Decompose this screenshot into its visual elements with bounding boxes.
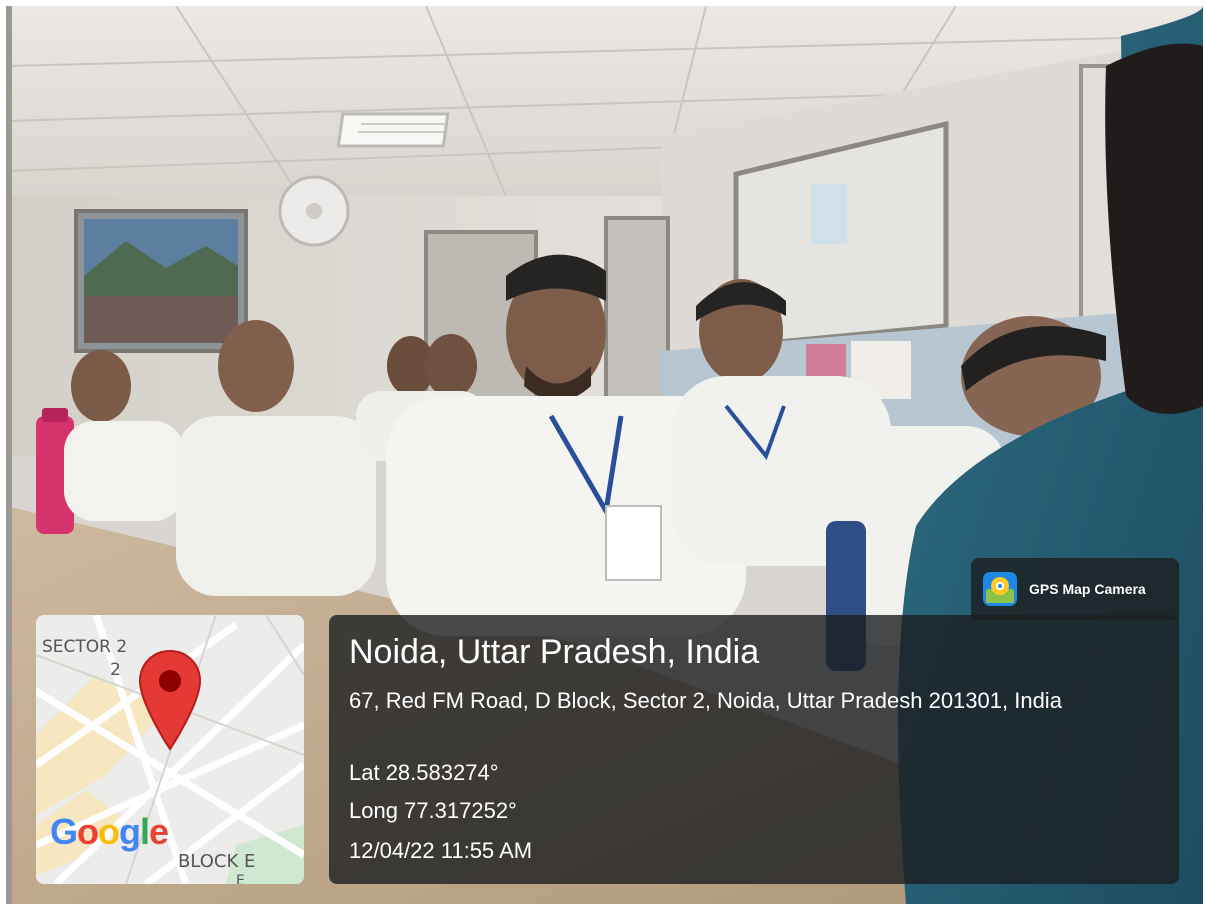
map-thumbnail: SECTOR 2 2 Google BLOCK E E <box>36 615 304 884</box>
map-pin-camera-icon <box>983 572 1017 606</box>
place-name: Noida, Uttar Pradesh, India <box>349 633 760 671</box>
location-info-panel: Noida, Uttar Pradesh, India 67, Red FM R… <box>329 615 1179 884</box>
timestamp: 12/04/22 11:55 AM <box>349 838 533 863</box>
google-logo: Google <box>50 811 169 852</box>
latitude: Lat 28.583274° <box>349 760 499 785</box>
longitude: Long 77.317252° <box>349 798 517 823</box>
photo-frame: GPS Map Camera Noida, Uttar Pradesh, Ind… <box>6 6 1203 904</box>
map-pin-icon <box>138 649 202 751</box>
gps-app-badge: GPS Map Camera <box>971 558 1179 620</box>
map-label-sector-number: 2 <box>110 660 121 680</box>
map-label-block-letter: E <box>236 873 245 884</box>
map-label-block: BLOCK E <box>178 851 256 872</box>
map-label-sector: SECTOR 2 <box>42 637 128 657</box>
app-name: GPS Map Camera <box>1029 581 1146 597</box>
full-address: 67, Red FM Road, D Block, Sector 2, Noid… <box>349 688 1062 713</box>
